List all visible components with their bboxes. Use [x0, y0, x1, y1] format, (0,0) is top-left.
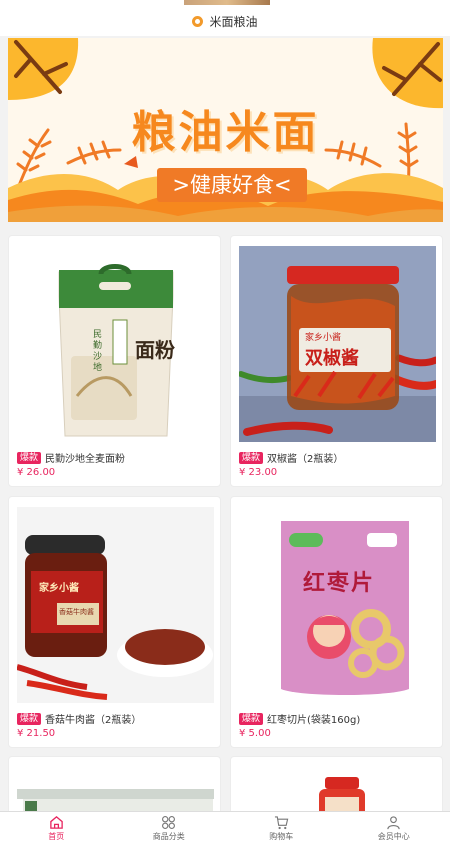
sauce-brand-text: 家乡小酱 [305, 333, 342, 343]
category-icon [162, 815, 176, 829]
beef-brand-text: 家乡小酱 [39, 583, 79, 594]
product-name[interactable]: 红枣切片(袋装160g) [267, 711, 360, 726]
tab-label: 购物车 [269, 831, 294, 841]
product-image[interactable]: 红枣片 [239, 507, 436, 703]
banner-title: 粮油米面 [131, 107, 320, 158]
home-icon [49, 815, 63, 829]
hot-badge: 爆款 [17, 712, 42, 725]
tab-category[interactable]: 商品分类 [113, 812, 226, 844]
product-name[interactable]: 民勤沙地全麦面粉 [45, 450, 125, 465]
section-title: 米面粮油 [209, 14, 258, 29]
bottom-tab-bar: 首页 商品分类 购物车 会员中心 [0, 811, 450, 844]
product-image[interactable]: 家乡小酱 双椒酱 [239, 246, 436, 442]
tab-home[interactable]: 首页 [0, 812, 113, 844]
page: 米面粮油 粮油米面 >健康好食< 民勤沙地 面粉 爆款 民勤沙地全麦面粉 ¥ 2… [0, 0, 450, 844]
user-icon [387, 815, 400, 829]
product-price: ¥ 21.50 [17, 728, 56, 739]
product-price: ¥ 23.00 [239, 467, 278, 478]
category-banner[interactable]: 粮油米面 >健康好食< [8, 38, 443, 222]
banner-subtitle: >健康好食< [157, 168, 307, 202]
product-name-row: 爆款 香菇牛肉酱（2瓶装） [17, 711, 141, 726]
beef-name-text: 香菇牛肉酱 [59, 608, 94, 616]
hot-badge: 爆款 [239, 451, 264, 464]
product-card[interactable]: 红枣片 爆款 红枣切片(袋装160g) ¥ 5.00 [230, 496, 443, 748]
product-card[interactable]: 家乡小酱 双椒酱 爆款 双椒酱（2瓶装） ¥ 23.00 [230, 235, 443, 487]
product-name-row: 爆款 红枣切片(袋装160g) [239, 711, 360, 726]
hot-badge: 爆款 [239, 712, 264, 725]
cart-icon [274, 815, 289, 829]
tab-cart[interactable]: 购物车 [225, 812, 338, 844]
jujube-bag-image [239, 507, 436, 703]
beef-sauce-jar-image [17, 507, 214, 703]
product-price: ¥ 26.00 [17, 467, 56, 478]
product-card[interactable]: 家乡小酱 香菇牛肉酱 爆款 香菇牛肉酱（2瓶装） ¥ 21.50 [8, 496, 221, 748]
product-name[interactable]: 香菇牛肉酱（2瓶装） [45, 711, 141, 726]
product-price: ¥ 5.00 [239, 728, 271, 739]
product-card[interactable]: 民勤沙地 面粉 爆款 民勤沙地全麦面粉 ¥ 26.00 [8, 235, 221, 487]
tab-label: 商品分类 [152, 831, 185, 841]
product-name-row: 爆款 民勤沙地全麦面粉 [17, 450, 125, 465]
section-dot-icon [192, 15, 204, 27]
flour-main-text: 面粉 [135, 338, 175, 362]
flour-side-text: 民勤沙地 [93, 330, 103, 373]
previous-image-edge [184, 0, 270, 5]
product-image[interactable]: 民勤沙地 面粉 [17, 246, 214, 442]
sauce-name-text: 双椒酱 [305, 348, 359, 369]
product-image[interactable]: 家乡小酱 香菇牛肉酱 [17, 507, 214, 703]
dates-name-text: 红枣片 [303, 571, 376, 596]
product-name[interactable]: 双椒酱（2瓶装） [267, 450, 343, 465]
section-header: 米面粮油 [0, 6, 450, 36]
tab-label: 会员中心 [377, 831, 410, 841]
tab-member[interactable]: 会员中心 [338, 812, 450, 844]
product-name-row: 爆款 双椒酱（2瓶装） [239, 450, 343, 465]
flour-bag-image [17, 246, 214, 442]
tab-label: 首页 [48, 831, 65, 841]
hot-badge: 爆款 [17, 451, 42, 464]
